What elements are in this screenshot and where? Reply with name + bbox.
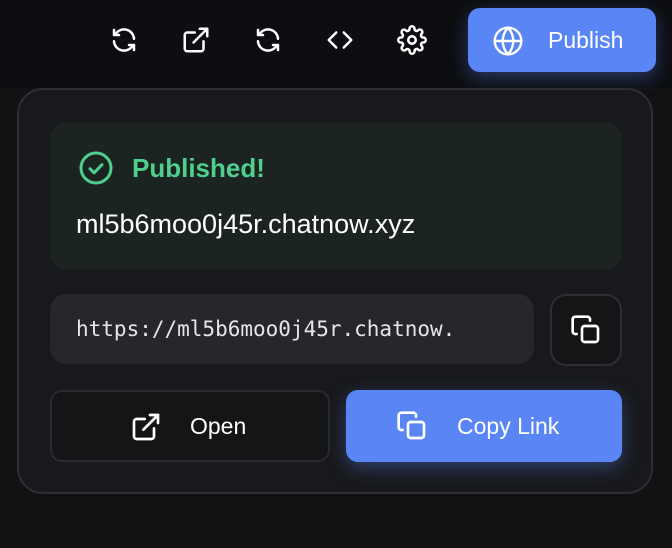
publish-button-label: Publish	[548, 27, 624, 53]
open-button[interactable]: Open	[50, 390, 330, 462]
code-icon	[327, 31, 353, 49]
publish-button[interactable]: Publish	[468, 8, 656, 72]
sync-button[interactable]	[248, 20, 288, 60]
copy-link-button[interactable]: Copy Link	[346, 390, 622, 462]
copy-url-button[interactable]	[550, 294, 622, 366]
published-status-title: Published!	[132, 153, 265, 183]
open-button-label: Open	[190, 413, 247, 439]
external-link-icon	[132, 413, 160, 441]
open-external-button[interactable]	[176, 20, 216, 60]
settings-button[interactable]	[392, 20, 432, 60]
refresh-icon	[112, 28, 136, 52]
code-view-button[interactable]	[320, 20, 360, 60]
refresh-icon	[256, 28, 280, 52]
external-link-icon	[183, 27, 209, 53]
copy-icon	[397, 411, 426, 440]
check-circle-icon	[79, 151, 113, 185]
refresh-button[interactable]	[104, 20, 144, 60]
published-url-field[interactable]: https://ml5b6moo0j45r.chatnow.	[50, 294, 534, 364]
gear-icon	[397, 25, 427, 55]
published-url-text[interactable]: https://ml5b6moo0j45r.chatnow.	[76, 294, 534, 364]
copy-icon	[571, 315, 600, 344]
published-domain: ml5b6moo0j45r.chatnow.xyz	[76, 209, 416, 239]
success-card	[50, 122, 622, 270]
copy-link-button-label: Copy Link	[457, 413, 560, 439]
globe-icon	[493, 26, 523, 56]
